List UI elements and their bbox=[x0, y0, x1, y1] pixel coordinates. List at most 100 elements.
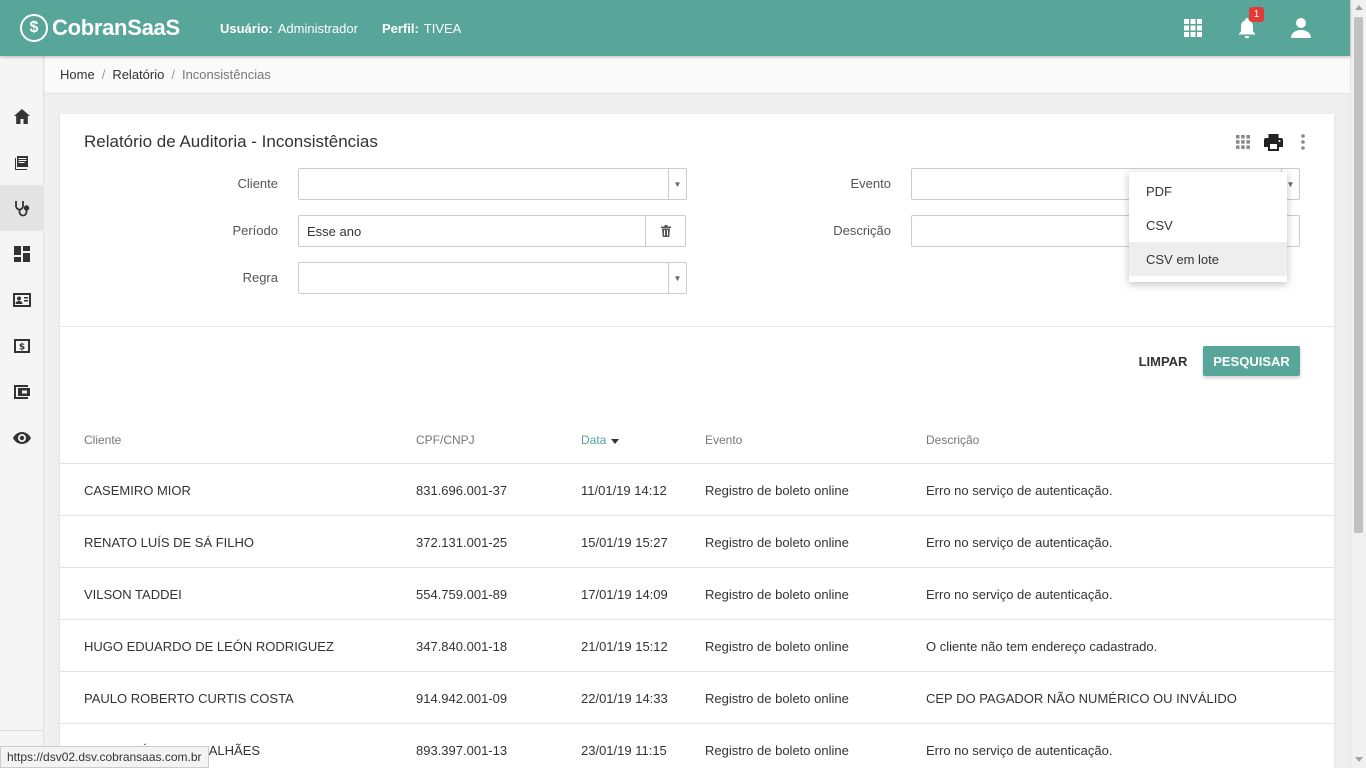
breadcrumb-current: Inconsistências bbox=[181, 67, 271, 82]
export-pdf-option[interactable]: PDF bbox=[1129, 174, 1287, 208]
sidebar-item-home[interactable] bbox=[0, 93, 44, 139]
scroll-up-arrow-icon[interactable] bbox=[1355, 5, 1363, 10]
page-scrollbar[interactable] bbox=[1350, 0, 1366, 768]
cliente-select[interactable]: ▼ bbox=[298, 168, 687, 200]
columns-button[interactable] bbox=[1228, 130, 1258, 154]
more-options-button[interactable] bbox=[1288, 130, 1318, 154]
more-vert-icon bbox=[1301, 134, 1305, 150]
scroll-down-arrow-icon[interactable] bbox=[1355, 757, 1363, 762]
cell-cpf-cnpj: 347.840.001-18 bbox=[416, 638, 508, 654]
cell-cliente: RENATO LUÍS DE SÁ FILHO bbox=[84, 534, 255, 550]
cell-descricao: CEP DO PAGADOR NÃO NUMÉRICO OU INVÁLIDO bbox=[926, 690, 1237, 706]
cell-cliente: HUGO EDUARDO DE LEÓN RODRIGUEZ bbox=[84, 638, 334, 654]
evento-label: Evento bbox=[850, 176, 891, 191]
stethoscope-icon bbox=[15, 200, 30, 216]
cell-cliente: CASEMIRO MIOR bbox=[84, 482, 191, 498]
user-value: Administrador bbox=[277, 20, 358, 36]
search-button[interactable]: PESQUISAR bbox=[1203, 346, 1300, 376]
breadcrumb-separator: / bbox=[171, 67, 175, 82]
sidebar-item-contacts[interactable] bbox=[0, 277, 44, 323]
table-row[interactable]: RENATO LUÍS DE SÁ FILHO 372.131.001-25 1… bbox=[60, 516, 1334, 568]
cell-evento: Registro de boleto online bbox=[705, 586, 849, 602]
cell-descricao: Erro no serviço de autenticação. bbox=[926, 482, 1113, 498]
cell-evento: Registro de boleto online bbox=[705, 742, 849, 758]
notification-badge: 1 bbox=[1249, 7, 1264, 22]
export-csv-batch-option[interactable]: CSV em lote bbox=[1129, 242, 1287, 276]
column-header-evento[interactable]: Evento bbox=[705, 416, 742, 464]
cell-data: 21/01/19 15:12 bbox=[581, 638, 668, 654]
column-header-cpf-cnpj[interactable]: CPF/CNPJ bbox=[416, 416, 475, 464]
contact-card-icon bbox=[13, 293, 31, 307]
cell-data: 22/01/19 14:33 bbox=[581, 690, 668, 706]
sidebar-item-dashboard[interactable] bbox=[0, 231, 44, 277]
print-button[interactable] bbox=[1258, 130, 1288, 154]
sidebar-item-billing[interactable]: $ bbox=[0, 323, 44, 369]
app-logo[interactable]: $ CobranSaaS bbox=[20, 14, 200, 42]
descricao-label: Descrição bbox=[833, 223, 891, 238]
table-header: Cliente CPF/CNPJ Data Evento Descrição bbox=[60, 416, 1334, 464]
cell-evento: Registro de boleto online bbox=[705, 638, 849, 654]
user-label: Usuário: bbox=[220, 20, 273, 36]
logo-mark: $ bbox=[20, 14, 48, 42]
notifications-button[interactable]: 1 bbox=[1220, 0, 1274, 56]
cell-evento: Registro de boleto online bbox=[705, 690, 849, 706]
breadcrumb-home[interactable]: Home bbox=[60, 67, 95, 82]
cell-descricao: O cliente não tem endereço cadastrado. bbox=[926, 638, 1158, 654]
home-icon bbox=[14, 108, 30, 124]
cell-cliente: PAULO ROBERTO CURTIS COSTA bbox=[84, 690, 294, 706]
regra-label: Regra bbox=[242, 270, 278, 285]
cell-data: 11/01/19 14:12 bbox=[581, 482, 667, 498]
sidebar: $ bbox=[0, 56, 44, 768]
sidebar-item-audit[interactable] bbox=[0, 185, 44, 231]
column-header-label: Data bbox=[581, 433, 607, 447]
cell-cliente: VILSON TADDEI bbox=[84, 586, 182, 602]
logo-text: CobranSaaS bbox=[52, 15, 180, 40]
sidebar-divider bbox=[0, 730, 44, 731]
scroll-thumb[interactable] bbox=[1354, 17, 1363, 533]
column-header-label: Cliente bbox=[84, 433, 122, 447]
table-row[interactable]: PAULO CÉSAR MAGALHÃES 893.397.001-13 23/… bbox=[60, 724, 1334, 768]
column-header-data[interactable]: Data bbox=[581, 416, 620, 464]
status-url-bar: https://dsv02.dsv.cobransaas.com.br bbox=[0, 746, 209, 768]
book-icon bbox=[15, 156, 28, 170]
periodo-field[interactable]: Esse ano bbox=[298, 215, 686, 247]
wallet-icon bbox=[14, 385, 30, 399]
cell-cpf-cnpj: 554.759.001-89 bbox=[416, 586, 508, 602]
table-row[interactable]: VILSON TADDEI 554.759.001-89 17/01/19 14… bbox=[60, 568, 1334, 620]
apps-grid-button[interactable] bbox=[1166, 0, 1220, 56]
column-header-label: Descrição bbox=[926, 433, 980, 447]
cell-cpf-cnpj: 831.696.001-37 bbox=[416, 482, 508, 498]
regra-select[interactable]: ▼ bbox=[298, 262, 687, 294]
cell-descricao: Erro no serviço de autenticação. bbox=[926, 742, 1113, 758]
cell-evento: Registro de boleto online bbox=[705, 482, 849, 498]
chevron-down-icon: ▼ bbox=[668, 169, 686, 199]
cliente-label: Cliente bbox=[237, 176, 278, 191]
money-icon: $ bbox=[14, 339, 30, 353]
user-account-button[interactable] bbox=[1274, 0, 1328, 56]
sidebar-item-books[interactable] bbox=[0, 139, 44, 185]
top-app-bar: $ CobranSaaS Usuário: Administrador Perf… bbox=[0, 0, 1350, 56]
filters-divider bbox=[60, 326, 1334, 327]
printer-icon bbox=[1263, 133, 1283, 151]
clear-period-button[interactable] bbox=[645, 216, 685, 246]
table-row[interactable]: PAULO ROBERTO CURTIS COSTA 914.942.001-0… bbox=[60, 672, 1334, 724]
export-csv-option[interactable]: CSV bbox=[1129, 208, 1287, 242]
session-info: Usuário: Administrador Perfil: TIVEA bbox=[220, 21, 485, 36]
apps-grid-icon bbox=[1184, 19, 1202, 37]
dashboard-icon bbox=[14, 246, 30, 262]
sidebar-item-monitor[interactable] bbox=[0, 415, 44, 461]
svg-text:$: $ bbox=[19, 343, 25, 353]
profile-label: Perfil: bbox=[381, 20, 419, 36]
cell-cpf-cnpj: 914.942.001-09 bbox=[416, 690, 508, 706]
table-row[interactable]: CASEMIRO MIOR 831.696.001-37 11/01/19 14… bbox=[60, 464, 1334, 516]
breadcrumb-report[interactable]: Relatório bbox=[112, 67, 164, 82]
top-actions: 1 bbox=[1166, 0, 1328, 56]
column-header-cliente[interactable]: Cliente bbox=[84, 416, 121, 464]
column-header-descricao[interactable]: Descrição bbox=[926, 416, 979, 464]
periodo-label: Período bbox=[232, 223, 278, 238]
table-row[interactable]: HUGO EDUARDO DE LEÓN RODRIGUEZ 347.840.0… bbox=[60, 620, 1334, 672]
breadcrumb: Home / Relatório / Inconsistências bbox=[45, 56, 1350, 94]
grid-icon bbox=[1236, 135, 1250, 149]
sidebar-item-wallet[interactable] bbox=[0, 369, 44, 415]
clear-button[interactable]: LIMPAR bbox=[1130, 346, 1196, 376]
